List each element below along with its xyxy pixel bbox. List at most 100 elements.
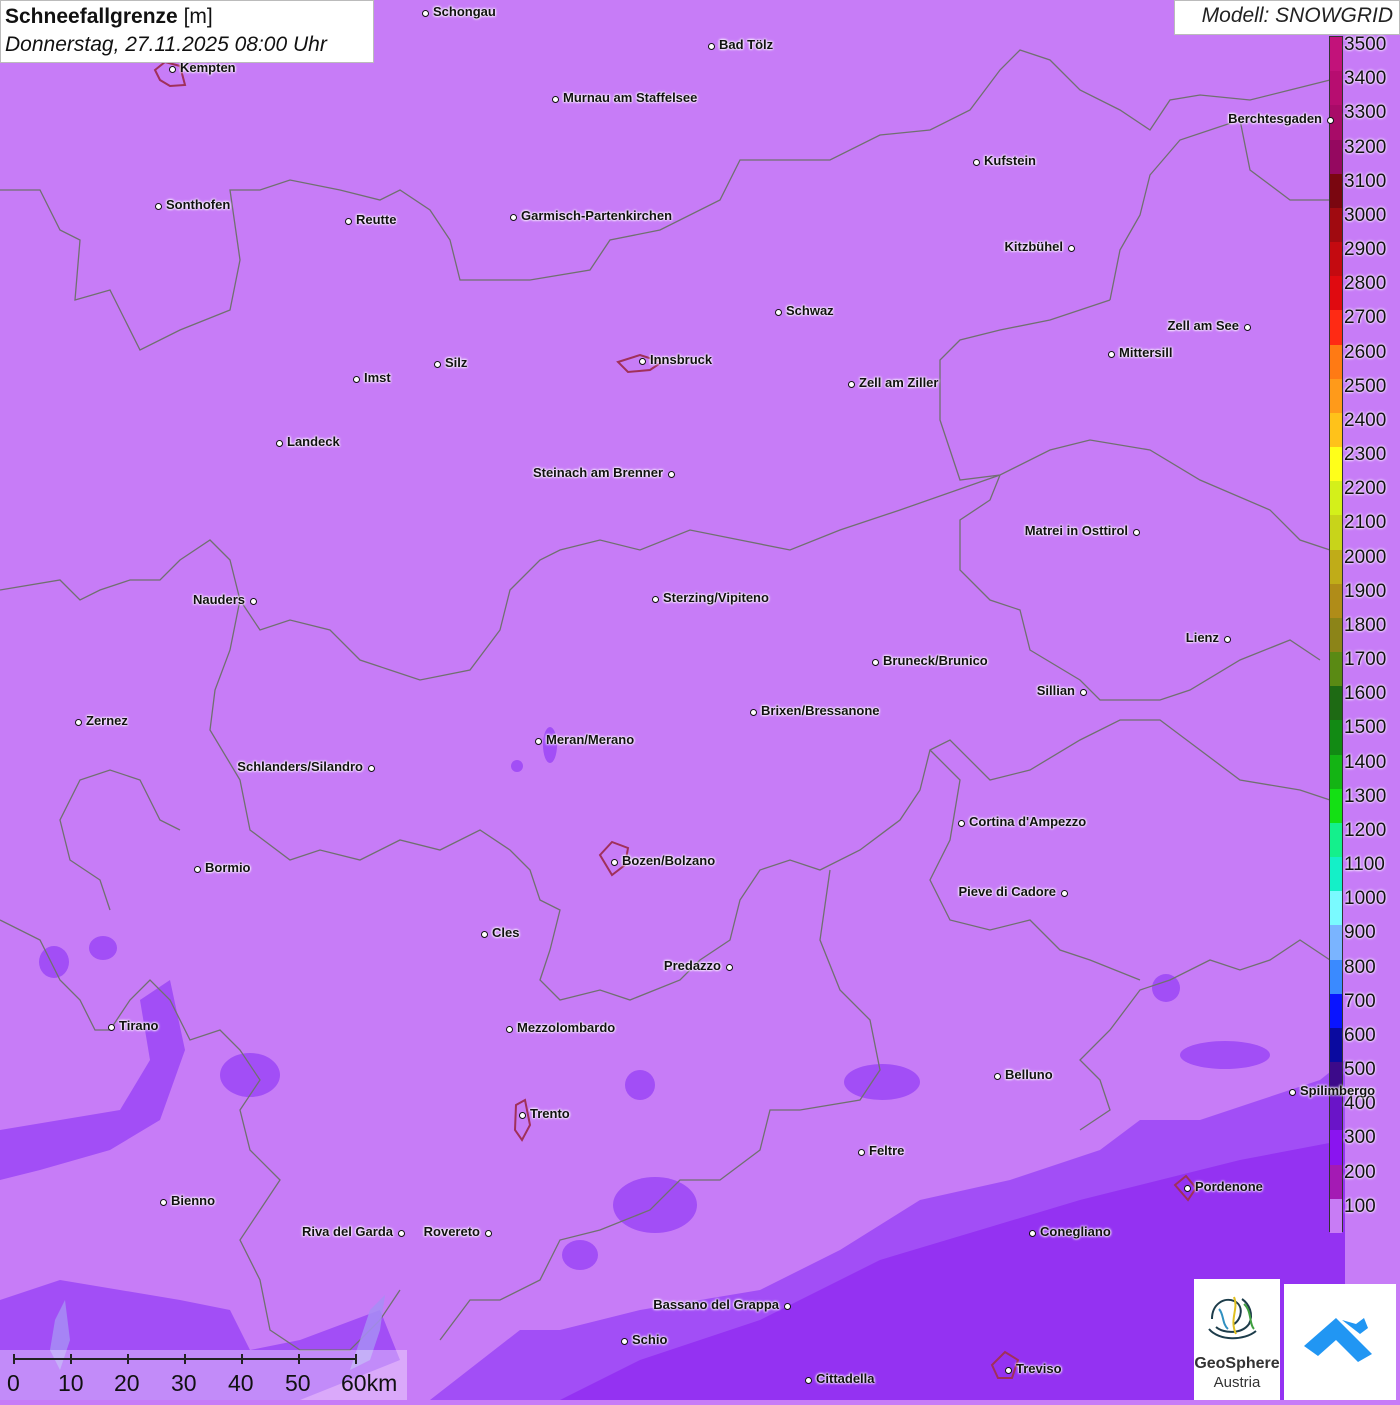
city-label: Innsbruck [650,352,713,367]
city-label: Zernez [86,713,128,728]
city-label: Lienz [1185,630,1219,645]
low-snowline-patch [1152,974,1180,1002]
city-label: Riva del Garda [301,1224,393,1239]
unit-label: [m] [183,5,213,28]
city-marker [707,42,715,50]
legend-label: 2200 [1344,478,1387,500]
legend-swatch [1330,1027,1342,1063]
city-marker [1067,244,1075,252]
legend-label: 3400 [1344,68,1387,90]
city-label: Rovereto [423,1224,480,1239]
city-label: Reutte [356,212,397,227]
geosphere-name: GeoSphere [1194,1355,1280,1372]
city-marker [651,595,659,603]
city-marker [847,380,855,388]
legend-swatch [1330,515,1342,551]
legend-swatch [1330,891,1342,926]
city-label: Bozen/Bolzano [622,853,716,868]
low-snowline-patch [1180,1041,1270,1069]
city-label: Kufstein [984,153,1036,168]
legend-swatch [1330,242,1342,277]
legend-label: 2500 [1344,375,1387,397]
city-marker [620,1337,628,1345]
legend-label: 1500 [1344,717,1387,739]
legend-label: 200 [1344,1161,1376,1183]
city-marker [352,375,360,383]
snow-app-logo[interactable] [1284,1284,1396,1400]
city-marker [397,1229,405,1237]
city-label: Schlanders/Silandro [237,759,363,774]
city-marker [509,213,517,221]
city-label: Steinach am Brenner [532,465,663,480]
legend-label: 800 [1344,956,1376,978]
scale-label: 30 [171,1370,197,1396]
legend-label: 3300 [1344,102,1387,124]
city-marker [1243,323,1251,331]
legend-label: 1400 [1344,751,1387,773]
city-label: Meran/Merano [546,732,635,747]
legend-label: 2100 [1344,512,1387,534]
city-marker [480,930,488,938]
city-label: Mezzolombardo [517,1020,616,1035]
city-label: Kempten [180,60,236,75]
city-marker [1132,528,1140,536]
legend-label: 900 [1344,922,1376,944]
legend-label: 2800 [1344,273,1387,295]
city-label: Cortina d'Ampezzo [969,814,1087,829]
legend-swatch [1330,1096,1342,1131]
legend-swatch [1330,276,1342,311]
low-snowline-patch [39,946,69,978]
city-label: Schongau [433,4,496,19]
geosphere-subtitle: Austria [1213,1374,1261,1391]
legend-swatch [1330,71,1342,106]
city-marker [957,819,965,827]
city-marker [667,470,675,478]
legend-label: 700 [1344,990,1376,1012]
city-label: Pieve di Cadore [958,884,1056,899]
city-label: Nauders [192,592,245,607]
city-marker [774,308,782,316]
scale-label: 20 [114,1370,140,1396]
city-label: Zell am See [1167,318,1239,333]
city-label: Bassano del Grappa [653,1297,779,1312]
city-marker [638,357,646,365]
map-title: Schneefallgrenze [5,5,178,28]
legend-swatch [1330,481,1342,516]
city-marker [551,95,559,103]
city-marker [367,764,375,772]
legend-label: 3500 [1344,34,1387,55]
legend-swatch [1330,173,1342,209]
city-label: Cles [492,925,520,940]
city-marker [1079,688,1087,696]
city-label: Bruneck/Brunico [883,653,988,668]
city-marker [275,439,283,447]
legend-label: 2400 [1344,409,1387,431]
city-label: Predazzo [663,958,721,973]
forecast-datetime: Donnerstag, 27.11.2025 08:00 Uhr [5,33,327,56]
legend-label: 500 [1344,1059,1376,1081]
legend-swatch [1330,652,1342,687]
scale-label: 40 [228,1370,254,1396]
low-snowline-patch [625,1070,655,1100]
city-label: Bormio [205,860,251,875]
city-label: Cittadella [816,1371,875,1386]
legend-swatch [1330,310,1342,346]
city-marker [857,1148,865,1156]
city-label: Berchtesgaden [1228,111,1322,126]
low-snowline-patch [511,760,523,772]
legend-label: 1100 [1344,854,1385,876]
legend-label: 1200 [1344,819,1387,841]
city-label: Mittersill [1119,345,1173,360]
legend-swatch [1330,617,1342,653]
city-label: Brixen/Bressanone [761,703,880,718]
legend-swatch [1330,1198,1342,1234]
city-marker [534,737,542,745]
city-marker [433,360,441,368]
legend-label: 3100 [1344,170,1387,192]
city-label: Matrei in Osttirol [1024,523,1128,538]
legend-label: 2300 [1344,444,1387,466]
city-label: Trento [530,1106,570,1121]
city-marker [1060,889,1068,897]
city-marker [610,858,618,866]
city-marker [505,1025,513,1033]
